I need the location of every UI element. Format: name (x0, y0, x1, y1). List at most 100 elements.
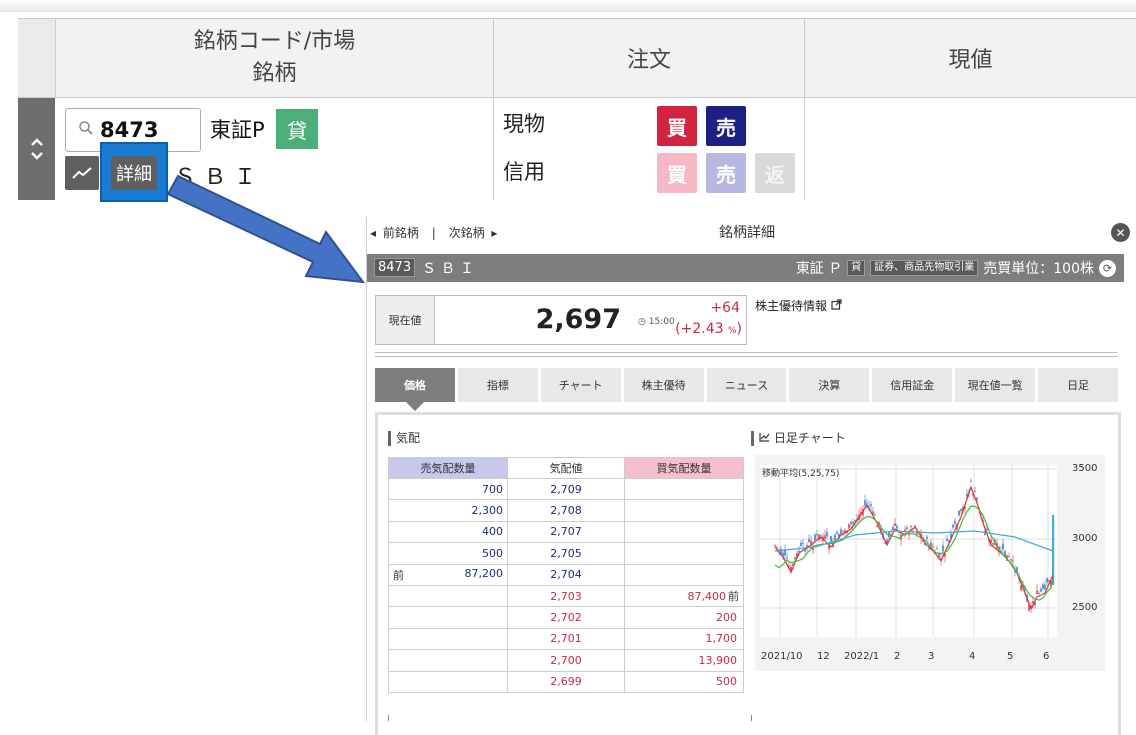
tab-price-list[interactable]: 現在値一覧 (955, 368, 1036, 402)
candle-body (876, 525, 878, 527)
quote-price-header: 気配値 (507, 457, 625, 479)
sell-qty: 500 (482, 546, 503, 560)
refresh-icon[interactable]: ⟳ (1099, 259, 1116, 277)
cash-sell-button[interactable]: 売 (706, 106, 746, 146)
tab-chart[interactable]: チャート (540, 368, 621, 402)
order-type-cash: 現物 (503, 112, 545, 136)
quote-price-cell: 2,709 (507, 477, 625, 501)
buy-qty-cell (624, 542, 744, 565)
line-chart-icon (72, 167, 92, 179)
margin-buy-button[interactable]: 買 (657, 153, 697, 193)
x-tick-2022-1: 2022/1 (844, 651, 879, 662)
candle-body (1048, 580, 1050, 582)
order-book-row: 2,699 500 (388, 670, 744, 693)
buy-qty: 1,700 (705, 632, 738, 646)
daily-chart-title-text: 日足チャート (773, 431, 846, 445)
stock-code-value: 8473 (100, 118, 159, 142)
up-down-chevron-icon (30, 138, 43, 160)
current-price-box: 現在値 2,697 ◷ 15:00 +64 (+2.43 %) (375, 295, 747, 345)
callout-arrow (166, 174, 366, 284)
tab-news[interactable]: ニュース (706, 368, 787, 402)
shareholder-benefit-link[interactable]: 株主優待情報 (755, 297, 842, 314)
daily-chart[interactable]: 移動平均(5,25,75) 3500 3000 2500 2021/10 12 … (755, 455, 1105, 671)
next-stock-link[interactable]: 次銘柄 ▸ (446, 226, 498, 240)
kashi-badge: 貸 (276, 109, 318, 149)
quote-price-cell: 2,705 (507, 542, 625, 565)
candle-body (936, 548, 938, 550)
sell-prefix: 前 (393, 568, 404, 582)
candle-body (1042, 584, 1044, 589)
candle-body (820, 535, 822, 537)
candle-body (958, 510, 960, 516)
tab-margin-balance[interactable]: 信用証金 (872, 368, 953, 402)
tab-indicators[interactable]: 指標 (457, 368, 538, 402)
candle-body (1020, 585, 1022, 591)
tab-shareholder-benefits[interactable]: 株主優待 (623, 368, 704, 402)
quote-price-cell: 2,704 (507, 563, 625, 586)
candle-body (816, 534, 818, 536)
sell-qty-cell (388, 584, 508, 608)
candle-body (976, 497, 978, 500)
current-price-value: 2,697 (535, 304, 621, 335)
header-current-price: 現値 (805, 19, 1136, 98)
candle-body (946, 538, 948, 541)
sell-qty-cell: 2,300 (388, 499, 508, 522)
sell-qty: 400 (482, 525, 503, 539)
candle-body (824, 535, 826, 539)
candle-body (794, 557, 796, 560)
margin-sell-button[interactable]: 売 (706, 153, 746, 193)
panel-sector-tag: 証券、商品先物取引業 (870, 260, 979, 276)
prev-stock-label: 前銘柄 (382, 226, 419, 240)
order-book-row: 500 2,705 (388, 542, 744, 565)
quote-price-cell: 2,700 (507, 649, 625, 672)
x-tick-2: 2 (894, 651, 900, 662)
section-divider (388, 715, 389, 721)
column-divider (493, 98, 494, 200)
sell-qty-cell (388, 670, 508, 693)
order-book-row: 2,703 87,400 前 (388, 584, 744, 608)
top-toolbar-strip (0, 0, 1136, 12)
close-icon[interactable]: ✕ (1111, 223, 1130, 242)
margin-repay-button[interactable]: 返 (755, 153, 795, 193)
order-book-row: 前 87,200 2,704 (388, 563, 744, 586)
row-expand-toggle[interactable] (18, 98, 55, 200)
candle-body (842, 530, 844, 532)
clock-icon: ◷ (638, 317, 646, 327)
candle-body (952, 524, 954, 528)
daily-chart-svg: 移動平均(5,25,75) 3500 3000 2500 2021/10 12 … (760, 463, 1097, 662)
prev-stock-link[interactable]: ◂ 前銘柄 (370, 226, 422, 240)
candle-body (942, 545, 944, 552)
candle-body (834, 534, 836, 541)
sell-qty: 87,200 (464, 566, 504, 580)
stock-detail-panel: ◂ 前銘柄 | 次銘柄 ▸ 銘柄詳細 ✕ 8473 ＳＢＩ 東証 Ｐ 貸 証券、… (366, 217, 1136, 735)
order-book-row: 2,300 2,708 (388, 499, 744, 522)
quote-price-cell: 2,703 (507, 584, 625, 608)
candle-body (1044, 584, 1046, 590)
quote-price-cell: 2,702 (507, 606, 625, 629)
buy-qty-cell: 200 (624, 606, 744, 629)
candle-body (810, 540, 812, 544)
chart-button[interactable] (65, 156, 99, 190)
tab-daily[interactable]: 日足 (1038, 368, 1119, 402)
candle-body (910, 525, 912, 527)
order-book-row: 2,700 13,900 (388, 649, 744, 672)
candle-body (774, 544, 776, 546)
order-book-row: 2,702 200 (388, 606, 744, 629)
header-separator (375, 352, 1117, 357)
candle-body (808, 538, 810, 542)
candle-body (852, 521, 854, 524)
tab-earnings[interactable]: 決算 (789, 368, 870, 402)
buy-suffix: 前 (728, 590, 739, 604)
candle-body (908, 534, 910, 536)
buy-qty-cell (624, 563, 744, 586)
change-pct-close: ) (736, 321, 742, 337)
cash-buy-button[interactable]: 買 (657, 106, 697, 146)
column-divider (804, 98, 805, 200)
tab-price[interactable]: 価格 (375, 368, 455, 411)
sell-qty-cell (388, 606, 508, 629)
detail-button[interactable]: 詳細 (111, 156, 157, 190)
candle-body (1046, 578, 1048, 583)
panel-stock-code: 8473 (374, 258, 416, 277)
candle-body (874, 514, 876, 516)
buy-qty: 13,900 (698, 653, 738, 667)
